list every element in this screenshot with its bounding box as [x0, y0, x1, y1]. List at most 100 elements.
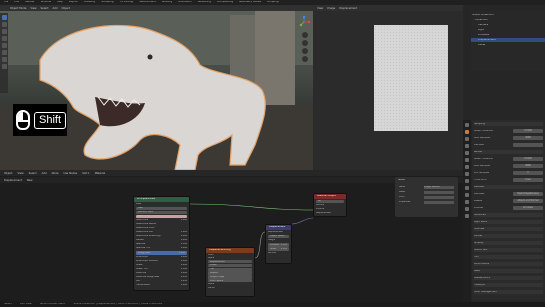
image-texture-row[interactable]: Repeat	[208, 271, 252, 275]
measure-tool[interactable]	[1, 64, 7, 69]
properties-value[interactable]: Accurate	[513, 206, 543, 210]
properties-panel-header[interactable]: Freestyle	[474, 283, 543, 287]
camera-view-icon[interactable]	[302, 48, 308, 54]
node-sidebar-row[interactable]: Color	[397, 195, 456, 199]
properties-panel-header[interactable]: Volumes	[474, 227, 543, 231]
3d-viewport[interactable]	[0, 5, 313, 170]
viewport-menu-0[interactable]: Object Mode	[10, 7, 26, 10]
viewport-menu-3[interactable]: Add	[53, 7, 58, 10]
rotate-tool[interactable]	[1, 36, 7, 41]
scale-tool[interactable]	[1, 43, 7, 48]
viewport-menu-2[interactable]: Select	[41, 7, 49, 10]
properties-field-row[interactable]: Prefilter Accurate	[474, 206, 543, 210]
outliner-row[interactable]: Light	[471, 28, 545, 32]
node-menu-0[interactable]: Object	[4, 172, 12, 175]
properties-value[interactable]: 0.0100	[513, 129, 543, 133]
properties-value[interactable]: 4096	[513, 164, 543, 168]
menu-item-7[interactable]: Sculpting	[101, 1, 113, 4]
properties-panel-header[interactable]: Render	[474, 150, 543, 154]
image-texture-row[interactable]: Linear	[208, 263, 252, 268]
node-sidebar-value[interactable]	[424, 200, 454, 204]
properties-panel-header[interactable]: Color Management	[474, 290, 543, 294]
outliner-row[interactable]: Scene Collection	[471, 13, 545, 17]
image-menu-2[interactable]: Displacement	[339, 7, 357, 10]
output-tab-icon[interactable]	[465, 137, 469, 141]
node-menu-3[interactable]: Add	[42, 172, 47, 175]
displacement-socket-row[interactable]: Scale 0.100	[268, 247, 289, 251]
material-bar-item-0[interactable]: Displacement	[4, 179, 22, 182]
navigation-gizmo-icon[interactable]	[298, 16, 310, 28]
select-box-tool[interactable]	[1, 15, 7, 20]
node-menu-7[interactable]: Material	[95, 172, 106, 175]
outliner[interactable]: Scene Collection Collection Camera Light Din…	[471, 11, 545, 71]
properties-field-row[interactable]: Noise Threshold 0.0100	[474, 157, 543, 161]
node-sidebar-row[interactable]: Name Image Texture	[397, 185, 456, 189]
menu-item-13[interactable]: Compositing	[217, 1, 233, 4]
grid-icon[interactable]	[302, 56, 308, 62]
properties-value[interactable]: 0.0100	[513, 157, 543, 161]
properties-value[interactable]: Albedo and Normal	[513, 199, 543, 203]
output-socket-row[interactable]: Displacement	[314, 212, 346, 216]
image-texture-row[interactable]: Displacement	[208, 260, 252, 264]
constraints-tab-icon[interactable]	[465, 193, 469, 197]
node-menu-2[interactable]: Select	[29, 172, 37, 175]
node-sidebar-value[interactable]	[424, 190, 454, 194]
properties-editor[interactable]: Sampling Noise Threshold 0.0100 Max Samples…	[472, 120, 545, 300]
image-texture-row[interactable]: Single Image	[208, 275, 252, 279]
displacement-node[interactable]: Displacement Displacement Object Space Hei…	[265, 224, 292, 264]
properties-field-row[interactable]: Noise Threshold 0.0100	[474, 129, 543, 133]
image-texture-row[interactable]: Color Space	[208, 279, 252, 283]
node-sidebar-row[interactable]: Label	[397, 190, 456, 194]
properties-value[interactable]: 0	[513, 171, 543, 175]
displacement-socket-row[interactable]: Height	[266, 239, 291, 243]
node-menu-5[interactable]: Use Nodes	[63, 172, 77, 175]
displacement-socket-row[interactable]: Object Space	[268, 234, 289, 238]
tool-tab-icon[interactable]	[465, 123, 469, 127]
properties-panel-header[interactable]: Grease Pencil	[474, 276, 543, 280]
image-texture-row[interactable]: Vector	[206, 286, 254, 289]
image-texture-row[interactable]: Alpha	[206, 256, 254, 259]
principled-input-row[interactable]: Roughness 0.500	[136, 251, 187, 255]
menu-item-0[interactable]: File	[4, 1, 8, 4]
material-output-node[interactable]: Material Output All Surface Volume Displace…	[313, 193, 347, 217]
render-tab-icon[interactable]	[465, 130, 469, 134]
move-tool[interactable]	[1, 29, 7, 34]
menu-item-1[interactable]: Edit	[14, 1, 19, 4]
properties-panel-header[interactable]: Curves	[474, 234, 543, 238]
properties-field-row[interactable]: Passes Albedo and Normal	[474, 199, 543, 203]
node-menu-1[interactable]: View	[17, 172, 23, 175]
principled-input-row[interactable]: BSDF	[134, 202, 189, 206]
properties-value[interactable]: 4096	[513, 136, 543, 140]
annotate-tool[interactable]	[1, 57, 7, 62]
outliner-row[interactable]: Displacement	[471, 38, 545, 42]
zoom-icon[interactable]	[302, 32, 308, 38]
output-socket-row[interactable]: All	[316, 199, 344, 203]
menu-item-2[interactable]: Render	[25, 1, 34, 4]
properties-panel-header[interactable]: Film	[474, 255, 543, 259]
principled-bsdf-node[interactable]: Principled BSDF BSDF GGX Random Walk Base C…	[133, 196, 190, 291]
node-sidebar-value[interactable]: Image Texture	[424, 185, 454, 189]
physics-tab-icon[interactable]	[465, 186, 469, 190]
principled-input-row[interactable]: Random Walk	[136, 210, 187, 214]
node-menu-6[interactable]: Slot 1	[82, 172, 89, 175]
texture-tab-icon[interactable]	[465, 214, 469, 218]
menu-item-10[interactable]: Shading	[162, 1, 173, 4]
node-sidebar-tab[interactable]: Node	[398, 179, 405, 182]
properties-value[interactable]: 0 sec	[513, 178, 543, 182]
menu-item-6[interactable]: Modeling	[84, 1, 96, 4]
image-menu-0[interactable]: View	[317, 7, 323, 10]
pan-icon[interactable]	[302, 40, 308, 46]
properties-field-row[interactable]: Max Samples 4096	[474, 136, 543, 140]
image-texture-node[interactable]: Displacement.Png Color Alpha Displacement L…	[205, 247, 255, 297]
properties-panel-header[interactable]: Simplify	[474, 241, 543, 245]
menu-item-9[interactable]: Texture Paint	[139, 1, 156, 4]
node-sidebar-panel[interactable]: Node Name Image Texture Label Color Propertie…	[395, 177, 458, 217]
node-sidebar-row[interactable]: Properties	[397, 200, 456, 204]
menu-item-4[interactable]: Help	[57, 1, 63, 4]
image-texture-row[interactable]: Flat	[208, 267, 252, 271]
data-tab-icon[interactable]	[465, 200, 469, 204]
particles-tab-icon[interactable]	[465, 179, 469, 183]
properties-value[interactable]: OpenImageDenoise	[513, 192, 543, 196]
viewport-menu-1[interactable]: View	[30, 7, 36, 10]
menu-item-15[interactable]: Scripting	[267, 1, 279, 4]
